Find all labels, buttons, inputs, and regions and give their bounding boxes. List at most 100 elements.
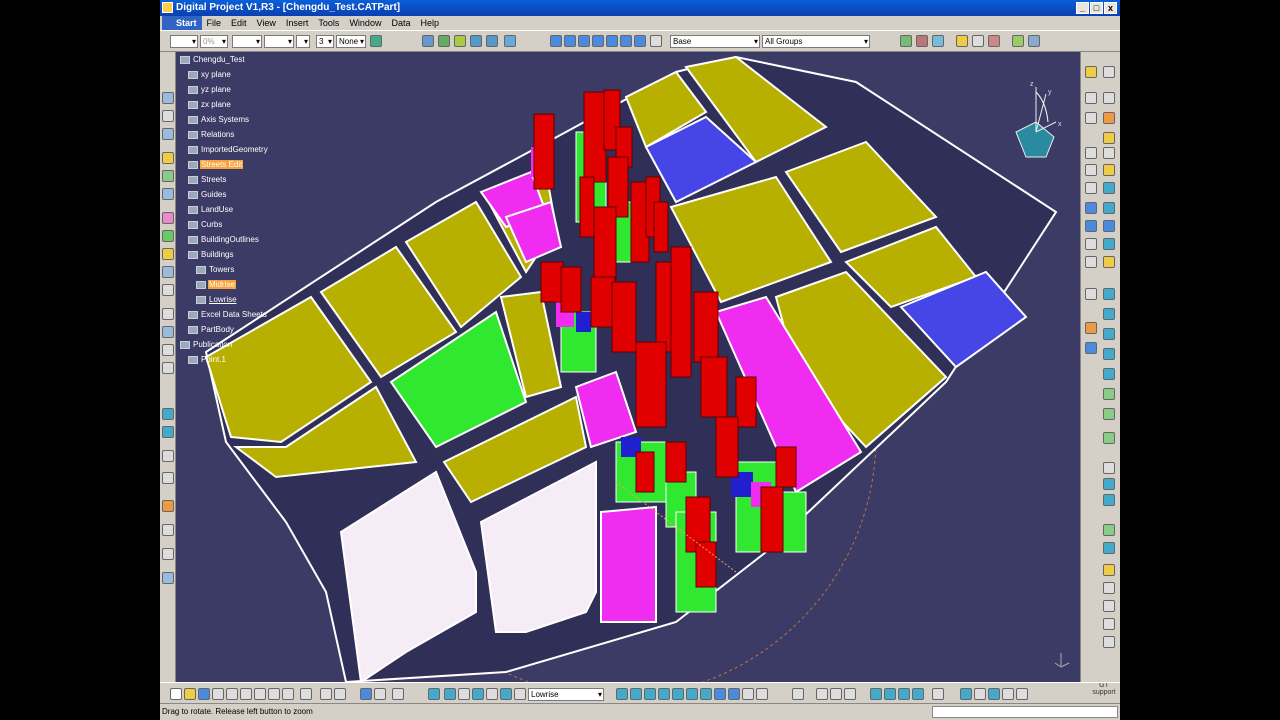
tree-item-midrise[interactable]: Midrise	[196, 279, 236, 291]
link-icon[interactable]	[422, 35, 434, 47]
pan-icon[interactable]	[630, 688, 642, 700]
group-edit-icon[interactable]	[932, 35, 944, 47]
list-icon[interactable]	[374, 688, 386, 700]
tool-left-5-icon[interactable]	[162, 170, 174, 182]
multiview-icon[interactable]	[700, 688, 712, 700]
maximize-button[interactable]: □	[1090, 2, 1103, 14]
copy-icon[interactable]	[240, 688, 252, 700]
tree-item-landuse[interactable]: LandUse	[188, 204, 234, 216]
tree-item-relations[interactable]: Relations	[188, 129, 235, 141]
tree-item-imported-geometry[interactable]: ImportedGeometry	[188, 144, 269, 156]
print-icon[interactable]	[212, 688, 224, 700]
tool-right-19-icon[interactable]	[1103, 308, 1115, 320]
tool-bottom-16-icon[interactable]	[932, 688, 944, 700]
menu-start[interactable]: Start	[162, 16, 202, 30]
tool-right-37-icon[interactable]	[1103, 636, 1115, 648]
tree-item-streets[interactable]: Streets	[188, 174, 227, 186]
layer-number-combo[interactable]: 3	[316, 35, 334, 48]
swap-space-icon[interactable]	[756, 688, 768, 700]
tree-item-partbody[interactable]: PartBody	[188, 324, 235, 336]
shading-icon[interactable]	[728, 688, 740, 700]
tool-left-14-icon[interactable]	[162, 344, 174, 356]
new-icon[interactable]	[170, 688, 182, 700]
whatsthis-icon[interactable]	[300, 688, 312, 700]
tool-right-4-icon[interactable]	[1085, 112, 1097, 124]
layer-filter-combo[interactable]: Lowrise	[528, 688, 604, 701]
paint-icon[interactable]	[370, 35, 382, 47]
lineweight-combo[interactable]	[264, 35, 294, 48]
menu-window[interactable]: Window	[344, 16, 386, 30]
tool-left-7-icon[interactable]	[162, 212, 174, 224]
tree-item-towers[interactable]: Towers	[196, 264, 235, 276]
tree-item-point-1[interactable]: Point.1	[188, 354, 227, 366]
tree-item-curbs[interactable]: Curbs	[188, 219, 223, 231]
view-back-icon[interactable]	[564, 35, 576, 47]
tool-right-21-icon[interactable]	[1103, 328, 1115, 340]
tool-left-20-icon[interactable]	[162, 500, 174, 512]
table-icon[interactable]	[360, 688, 372, 700]
tool-right-29-icon[interactable]	[1103, 478, 1115, 490]
tool-left-13-icon[interactable]	[162, 326, 174, 338]
iso-view-icon[interactable]	[714, 688, 726, 700]
tool-right-10-icon[interactable]	[1103, 182, 1115, 194]
tool-left-18-icon[interactable]	[162, 450, 174, 462]
linetype-combo[interactable]	[170, 35, 198, 48]
close-button[interactable]: x	[1104, 2, 1117, 14]
tool-left-3-icon[interactable]	[162, 128, 174, 140]
compass-plane-icon[interactable]	[1015, 121, 1055, 158]
tool-bottom-14-icon[interactable]	[898, 688, 910, 700]
menu-edit[interactable]: Edit	[226, 16, 252, 30]
tool-bottom-12-icon[interactable]	[870, 688, 882, 700]
layer-combo[interactable]: None	[336, 35, 366, 48]
menu-file[interactable]: File	[202, 16, 227, 30]
tool-left-9-icon[interactable]	[162, 248, 174, 260]
swap-icon[interactable]	[438, 35, 450, 47]
tree-item-axis-systems[interactable]: Axis Systems	[188, 114, 250, 126]
menu-tools[interactable]: Tools	[313, 16, 344, 30]
settings-icon[interactable]	[1028, 35, 1040, 47]
cut-icon[interactable]	[226, 688, 238, 700]
tool-right-2-icon[interactable]	[1085, 92, 1097, 104]
tool-bottom-19-icon[interactable]	[988, 688, 1000, 700]
tool-bottom-20-icon[interactable]	[1002, 688, 1014, 700]
view-front-icon[interactable]	[550, 35, 562, 47]
paste-icon[interactable]	[254, 688, 266, 700]
tool-bottom-1-icon[interactable]	[428, 688, 440, 700]
tool-right-25-icon[interactable]	[1103, 388, 1115, 400]
tree-item-excel-data-sheets[interactable]: Excel Data Sheets	[188, 309, 268, 321]
tool-left-16-icon[interactable]	[162, 408, 174, 420]
tool-left-17-icon[interactable]	[162, 426, 174, 438]
tool-left-23-icon[interactable]	[162, 572, 174, 584]
tree-item-streets-edit[interactable]: Streets Edit	[188, 159, 244, 171]
view-right-icon[interactable]	[592, 35, 604, 47]
view-iso-icon[interactable]	[634, 35, 646, 47]
eraser-icon[interactable]	[454, 35, 466, 47]
tool-right-34-icon[interactable]	[1103, 582, 1115, 594]
view-normal-icon[interactable]	[650, 35, 662, 47]
tool-left-22-icon[interactable]	[162, 548, 174, 560]
menu-insert[interactable]: Insert	[281, 16, 314, 30]
tree-item-yz-plane[interactable]: yz plane	[188, 84, 232, 96]
open-icon[interactable]	[184, 688, 196, 700]
tool-right-5-icon[interactable]	[1103, 112, 1115, 124]
tool-left-15-icon[interactable]	[162, 362, 174, 374]
tool-bottom-13-icon[interactable]	[884, 688, 896, 700]
compass-widget[interactable]: z y x	[1015, 81, 1062, 158]
measure-icon[interactable]	[486, 35, 498, 47]
tool-bottom-11-icon[interactable]	[844, 688, 856, 700]
tool-left-21-icon[interactable]	[162, 524, 174, 536]
zoom-combo[interactable]: 0%	[200, 35, 228, 48]
tool-right-32-icon[interactable]	[1103, 542, 1115, 554]
tree-item-buildings[interactable]: Buildings	[188, 249, 234, 261]
tool-right-17-icon[interactable]	[1085, 288, 1097, 300]
tool-left-8-icon[interactable]	[162, 230, 174, 242]
tool-bottom-8-icon[interactable]	[792, 688, 804, 700]
file-icon[interactable]	[972, 35, 984, 47]
groups-combo[interactable]: All Groups	[762, 35, 870, 48]
tool-right-9-icon[interactable]	[1085, 182, 1097, 194]
tool-left-12-icon[interactable]	[162, 308, 174, 320]
tool-right-7-icon[interactable]	[1103, 147, 1115, 159]
rotate-icon[interactable]	[644, 688, 656, 700]
tree-item-guides[interactable]: Guides	[188, 189, 227, 201]
catalog-icon[interactable]	[392, 688, 404, 700]
